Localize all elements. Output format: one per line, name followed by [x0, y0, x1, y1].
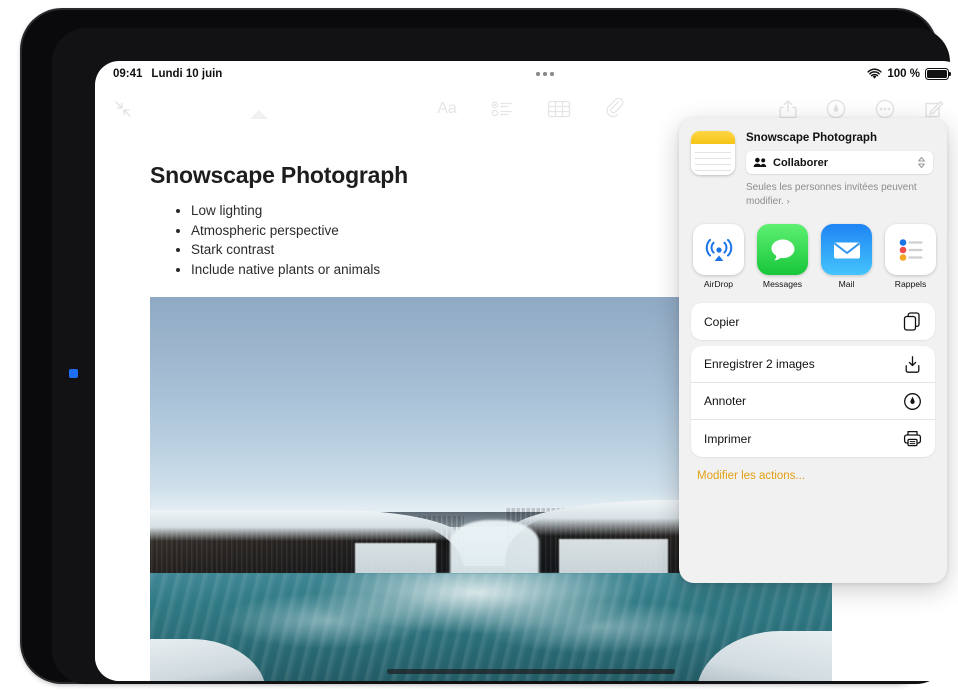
ipad-bezel: 09:41 Lundi 10 juin: [22, 10, 936, 682]
list-item: Low lighting: [171, 201, 380, 221]
markup-pen-icon: [903, 392, 922, 411]
checklist-icon[interactable]: [491, 99, 513, 119]
messages-icon: [757, 224, 808, 275]
collapse-arrows-icon[interactable]: [111, 97, 135, 121]
share-target-mail[interactable]: Mail: [821, 224, 872, 289]
share-target-label: Rappels: [885, 279, 936, 289]
ellipsis-multitasking-icon[interactable]: [528, 67, 562, 81]
notes-app-icon: [691, 131, 735, 175]
action-label: Copier: [704, 315, 739, 329]
share-target-messages[interactable]: Messages: [757, 224, 808, 289]
ipad-bezel-inner: 09:41 Lundi 10 juin: [52, 28, 950, 684]
note-bullet-list: Low lighting Atmospheric perspective Sta…: [171, 201, 380, 279]
reminders-icon: [885, 224, 936, 275]
status-date: Lundi 10 juin: [151, 68, 222, 80]
action-label: Enregistrer 2 images: [704, 357, 815, 371]
share-actions-secondary-group: Enregistrer 2 images Annoter: [691, 346, 935, 457]
status-bar: 09:41 Lundi 10 juin: [95, 61, 958, 87]
list-item: Atmospheric perspective: [171, 221, 380, 241]
status-bar-center: [222, 67, 867, 81]
table-icon[interactable]: [547, 99, 571, 119]
share-target-reminders[interactable]: Rappels: [885, 224, 936, 289]
list-item: Stark contrast: [171, 240, 380, 260]
share-sheet-header: Snowscape Photograph: [679, 118, 947, 218]
action-label: Imprimer: [704, 432, 751, 446]
status-bar-left: 09:41 Lundi 10 juin: [113, 68, 222, 80]
action-copier[interactable]: Copier: [691, 303, 935, 340]
share-icon[interactable]: [778, 98, 798, 120]
device-frame: 09:41 Lundi 10 juin: [0, 0, 958, 692]
battery-percent: 100 %: [887, 68, 920, 80]
share-target-label: AirDrop: [693, 279, 744, 289]
collaborate-label: Collaborer: [773, 157, 911, 169]
share-target-label: Messages: [757, 279, 808, 289]
more-ellipsis-icon[interactable]: [874, 98, 896, 120]
status-bar-right: 100 %: [867, 68, 949, 80]
copy-icon: [903, 312, 922, 331]
permission-label: Seules les personnes invitées peuvent mo…: [746, 182, 917, 207]
share-target-label: Mail: [821, 279, 872, 289]
share-sheet-header-text: Snowscape Photograph: [746, 131, 933, 208]
share-sheet-permission-text[interactable]: Seules les personnes invitées peuvent mo…: [746, 181, 933, 208]
page-title: Snowscape Photograph: [150, 162, 408, 189]
toolbar-right: [727, 98, 958, 120]
share-sheet-app-row[interactable]: AirDrop Messages: [679, 218, 947, 297]
edit-actions-button[interactable]: Modifier les actions...: [679, 457, 947, 482]
action-enregistrer-images[interactable]: Enregistrer 2 images: [691, 346, 935, 383]
share-sheet-pointer: [250, 110, 268, 119]
battery-full-icon: [925, 68, 949, 80]
toolbar-left: [95, 97, 335, 121]
toolbar-center: Aa: [335, 98, 727, 120]
collaborate-dropdown[interactable]: Collaborer: [746, 151, 933, 174]
share-actions-primary-group: Copier: [691, 303, 935, 340]
airdrop-icon: [693, 224, 744, 275]
share-target-airdrop[interactable]: AirDrop: [693, 224, 744, 289]
ipad-screen: 09:41 Lundi 10 juin: [95, 61, 958, 681]
permission-chevron-icon: ›: [787, 196, 790, 206]
save-download-icon: [903, 355, 922, 374]
chevron-up-down-icon: [917, 156, 926, 169]
compose-icon[interactable]: [923, 98, 945, 120]
list-item: Include native plants or animals: [171, 260, 380, 280]
two-people-icon: [753, 157, 767, 168]
share-sheet-doc-title: Snowscape Photograph: [746, 132, 933, 144]
wifi-icon: [867, 68, 882, 80]
action-label: Annoter: [704, 394, 746, 408]
edge-marker: [69, 369, 78, 378]
status-time: 09:41: [113, 68, 142, 80]
share-sheet: Snowscape Photograph: [679, 118, 947, 583]
mail-icon: [821, 224, 872, 275]
home-indicator[interactable]: [387, 669, 675, 674]
action-imprimer[interactable]: Imprimer: [691, 420, 935, 457]
format-aa-button[interactable]: Aa: [437, 100, 457, 118]
markup-pen-icon[interactable]: [825, 98, 847, 120]
action-annoter[interactable]: Annoter: [691, 383, 935, 420]
printer-icon: [903, 429, 922, 448]
paperclip-icon[interactable]: [605, 98, 625, 120]
